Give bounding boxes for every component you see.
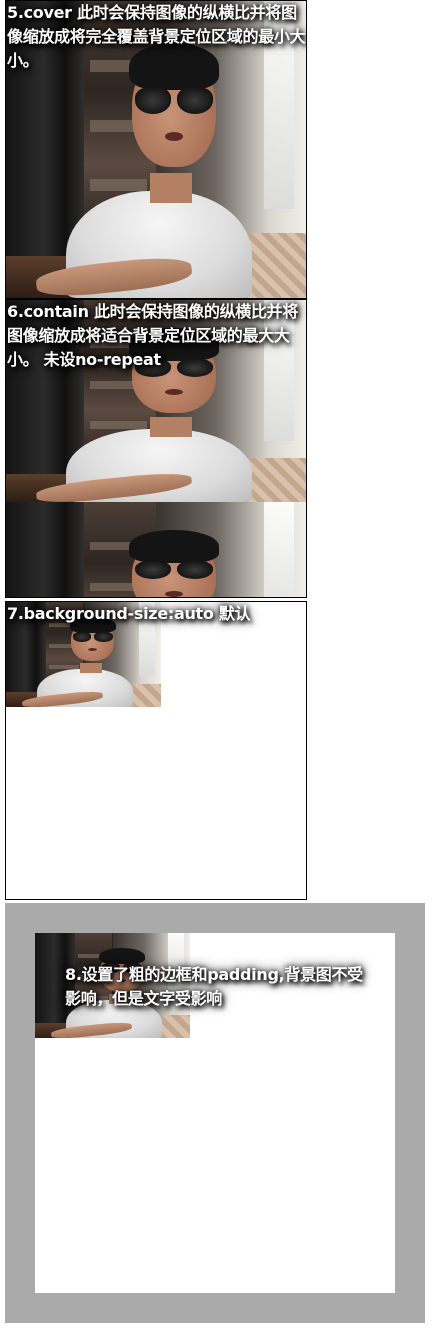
contain-example-text: 6.contain 此时会保持图像的纵横比并将图像缩放成将适合背景定位区域的最大… xyxy=(7,302,299,369)
cover-example-text: 5.cover 此时会保持图像的纵横比并将图像缩放成将完全覆盖背景定位区域的最小… xyxy=(7,3,306,70)
auto-example-box: 7.background-size:auto 默认 xyxy=(5,601,307,900)
padding-example-border: 8.设置了粗的边框和padding,背景图不受影响，但是文字受影响 xyxy=(5,903,425,1323)
cover-example-box: 5.cover 此时会保持图像的纵横比并将图像缩放成将完全覆盖背景定位区域的最小… xyxy=(5,0,307,299)
auto-example-text: 7.background-size:auto 默认 xyxy=(7,604,251,623)
contain-background-photo-repeat xyxy=(6,502,306,597)
contain-example-box: 6.contain 此时会保持图像的纵横比并将图像缩放成将适合背景定位区域的最大… xyxy=(5,299,307,598)
padding-example-text: 8.设置了粗的边框和padding,背景图不受影响，但是文字受影响 xyxy=(65,965,363,1008)
